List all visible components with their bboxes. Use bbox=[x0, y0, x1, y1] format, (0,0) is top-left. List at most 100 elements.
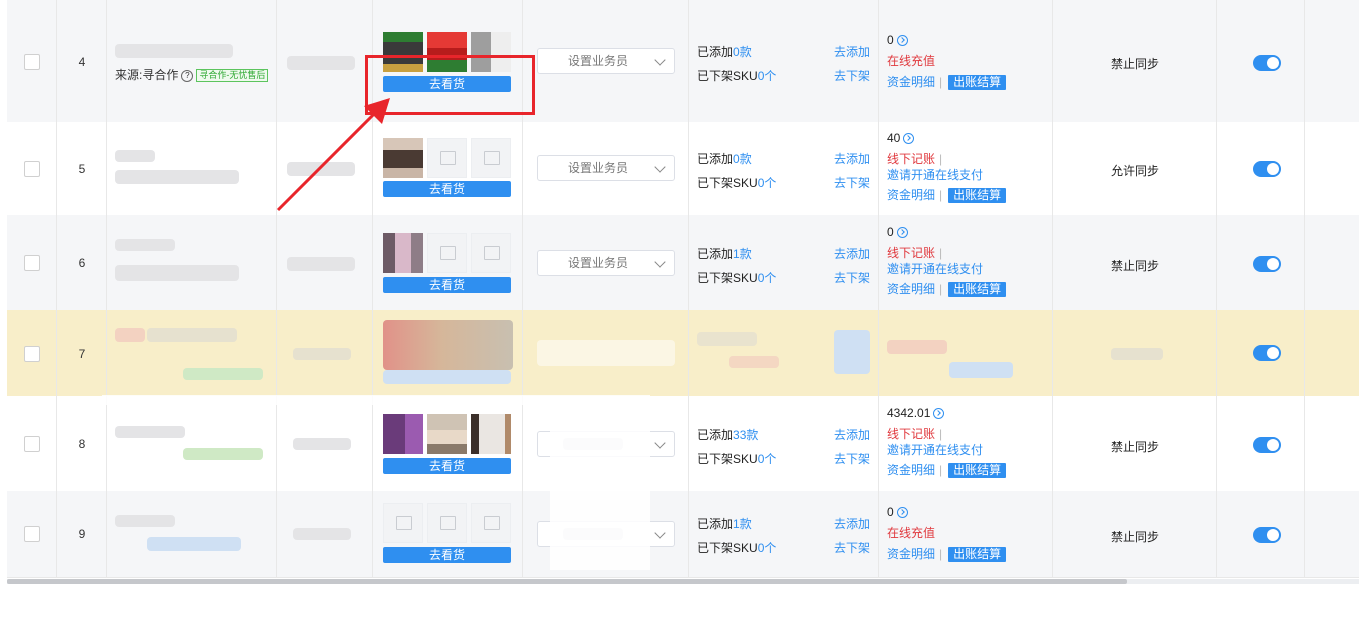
row-toggle[interactable] bbox=[1253, 437, 1281, 453]
added-info: 已添加33款 bbox=[697, 428, 759, 442]
delisted-count[interactable]: 0个 bbox=[758, 271, 777, 285]
go-delist-link[interactable]: 去下架 bbox=[834, 269, 870, 286]
delisted-info: 已下架SKU0个 bbox=[697, 271, 777, 285]
added-count[interactable]: 33款 bbox=[733, 428, 758, 442]
invite-online-pay-link[interactable]: 邀请开通在线支付 bbox=[887, 441, 983, 458]
delisted-info: 已下架SKU0个 bbox=[697, 69, 777, 83]
blurred-text bbox=[949, 362, 1013, 378]
funds-actions: 资金明细 | 出账结算 bbox=[887, 73, 1007, 90]
table-row: 9 去看货 已添加1款 已下架SKU0个 去添加 去下架 0 在线充值 资金明细… bbox=[7, 491, 1359, 578]
row-toggle[interactable] bbox=[1253, 55, 1281, 71]
horizontal-scrollbar[interactable] bbox=[7, 579, 1359, 584]
funds-detail-link[interactable]: 资金明细 bbox=[887, 282, 935, 296]
row-index: 8 bbox=[78, 437, 86, 451]
added-info: 已添加1款 bbox=[697, 247, 752, 261]
help-icon[interactable]: ? bbox=[181, 69, 194, 82]
delisted-info: 已下架SKU0个 bbox=[697, 176, 777, 190]
mask-overlay bbox=[550, 400, 650, 570]
go-add-link[interactable]: 去添加 bbox=[834, 515, 870, 532]
funds-detail-link[interactable]: 资金明细 bbox=[887, 463, 935, 477]
row-checkbox[interactable] bbox=[24, 255, 40, 271]
go-add-link[interactable]: 去添加 bbox=[834, 150, 870, 167]
blurred-button bbox=[383, 370, 511, 384]
row-toggle[interactable] bbox=[1253, 161, 1281, 177]
invite-online-pay-link[interactable]: 邀请开通在线支付 bbox=[887, 260, 983, 277]
blurred-source bbox=[115, 170, 239, 184]
arrow-circle-icon[interactable] bbox=[896, 507, 908, 519]
row-checkbox[interactable] bbox=[24, 346, 40, 362]
blurred-source bbox=[147, 537, 241, 551]
row-toggle[interactable] bbox=[1253, 345, 1281, 361]
delisted-info: 已下架SKU0个 bbox=[697, 452, 777, 466]
row-toggle[interactable] bbox=[1253, 256, 1281, 272]
see-goods-button[interactable]: 去看货 bbox=[383, 277, 511, 293]
delisted-count[interactable]: 0个 bbox=[758, 176, 777, 190]
go-delist-link[interactable]: 去下架 bbox=[834, 67, 870, 84]
row-checkbox[interactable] bbox=[24, 54, 40, 70]
source-tag: 寻合作-无忧售后 bbox=[196, 69, 269, 83]
scrollbar-thumb[interactable] bbox=[7, 579, 1127, 584]
salesperson-select[interactable]: 设置业务员 bbox=[537, 155, 675, 181]
row-checkbox[interactable] bbox=[24, 436, 40, 452]
blurred-text bbox=[887, 340, 947, 354]
settle-button[interactable]: 出账结算 bbox=[948, 547, 1007, 562]
product-image[interactable] bbox=[383, 414, 423, 454]
added-count[interactable]: 0款 bbox=[733, 45, 752, 59]
blurred-text bbox=[729, 356, 779, 368]
delisted-count[interactable]: 0个 bbox=[758, 452, 777, 466]
product-image[interactable] bbox=[427, 414, 467, 454]
added-info: 已添加0款 bbox=[697, 152, 752, 166]
arrow-circle-icon[interactable] bbox=[903, 133, 915, 145]
go-delist-link[interactable]: 去下架 bbox=[834, 450, 870, 467]
settle-button[interactable]: 出账结算 bbox=[948, 282, 1007, 297]
blurred-select bbox=[537, 340, 675, 366]
arrow-circle-icon[interactable] bbox=[896, 227, 908, 239]
settle-button[interactable]: 出账结算 bbox=[948, 188, 1007, 203]
arrow-circle-icon[interactable] bbox=[933, 408, 945, 420]
funds-actions: 资金明细 | 出账结算 bbox=[887, 545, 1007, 562]
settle-button[interactable]: 出账结算 bbox=[948, 463, 1007, 478]
table-row: 8 去看货 已添加33款 已下架SKU0个 去添加 去下架 4342.01 线下… bbox=[7, 396, 1359, 492]
go-delist-link[interactable]: 去下架 bbox=[834, 174, 870, 191]
funds-detail-link[interactable]: 资金明细 bbox=[887, 188, 935, 202]
funds-detail-link[interactable]: 资金明细 bbox=[887, 547, 935, 561]
row-checkbox[interactable] bbox=[24, 161, 40, 177]
row-index: 6 bbox=[78, 256, 86, 270]
go-add-link[interactable]: 去添加 bbox=[834, 43, 870, 60]
product-image[interactable] bbox=[471, 414, 511, 454]
blurred-source bbox=[115, 265, 239, 281]
settle-button[interactable]: 出账结算 bbox=[948, 75, 1007, 90]
table-row: 7 bbox=[7, 310, 1359, 397]
added-count[interactable]: 0款 bbox=[733, 152, 752, 166]
see-goods-button[interactable]: 去看货 bbox=[383, 458, 511, 474]
go-add-link[interactable]: 去添加 bbox=[834, 245, 870, 262]
image-placeholder-icon bbox=[427, 233, 467, 273]
blurred-name bbox=[115, 239, 175, 251]
added-count[interactable]: 1款 bbox=[733, 247, 752, 261]
table-row: 4 来源:寻合作? 寻合作-无忧售后 去看货 设置业务员 已添加0款 已下架SKU… bbox=[7, 0, 1359, 123]
blurred-name bbox=[115, 328, 145, 342]
table-row: 6 去看货 设置业务员 已添加1款 已下架SKU0个 去添加 去下架 0 线下记… bbox=[7, 215, 1359, 311]
invite-online-pay-link[interactable]: 邀请开通在线支付 bbox=[887, 166, 983, 183]
go-add-link[interactable]: 去添加 bbox=[834, 426, 870, 443]
arrow-circle-icon[interactable] bbox=[896, 35, 908, 47]
blurred-cell bbox=[287, 257, 355, 271]
see-goods-button[interactable]: 去看货 bbox=[383, 547, 511, 563]
delisted-count[interactable]: 0个 bbox=[758, 541, 777, 555]
blurred-name bbox=[147, 328, 237, 342]
sync-status: 禁止同步 bbox=[1110, 57, 1159, 71]
delisted-info: 已下架SKU0个 bbox=[697, 541, 777, 555]
salesperson-select[interactable]: 设置业务员 bbox=[537, 48, 675, 74]
payment-status: 线下记账 | bbox=[887, 246, 943, 260]
funds-detail-link[interactable]: 资金明细 bbox=[887, 75, 935, 89]
row-toggle[interactable] bbox=[1253, 527, 1281, 543]
chevron-down-icon bbox=[654, 527, 666, 539]
blurred-tag bbox=[183, 448, 263, 460]
row-checkbox[interactable] bbox=[24, 526, 40, 542]
delisted-count[interactable]: 0个 bbox=[758, 69, 777, 83]
product-image[interactable] bbox=[383, 233, 423, 273]
salesperson-select[interactable]: 设置业务员 bbox=[537, 250, 675, 276]
go-delist-link[interactable]: 去下架 bbox=[834, 539, 870, 556]
blurred-text bbox=[834, 330, 870, 374]
added-count[interactable]: 1款 bbox=[733, 517, 752, 531]
